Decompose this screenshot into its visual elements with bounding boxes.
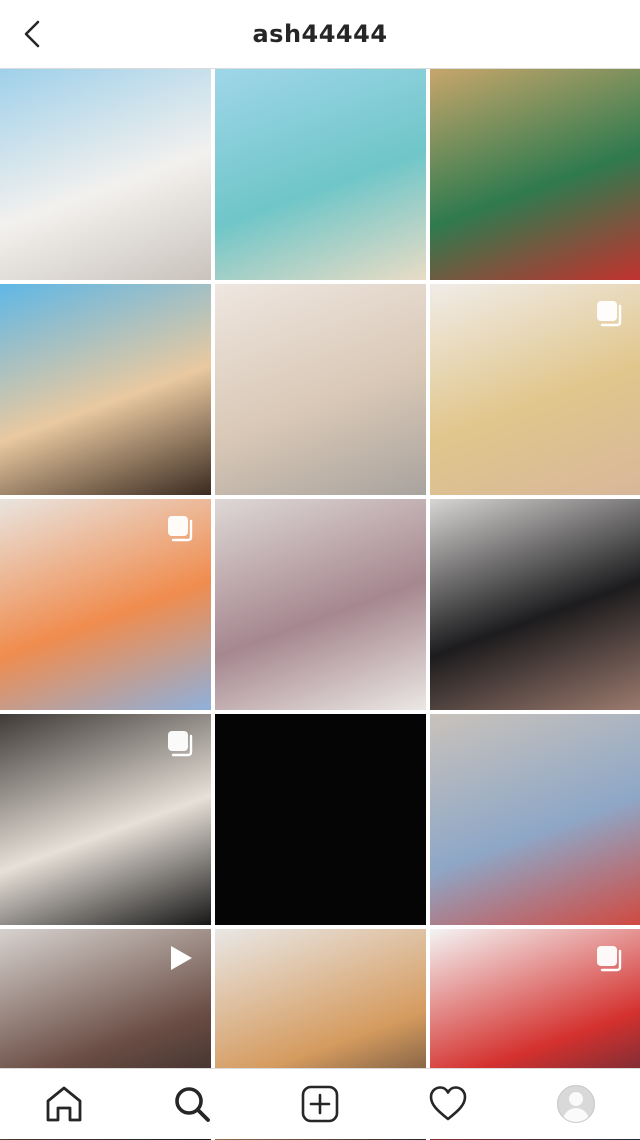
post-thumbnail-black-image[interactable]	[215, 714, 426, 925]
post-thumbnail-woman-straw-hat-pampas[interactable]	[430, 284, 640, 495]
top-app-bar: ash44444	[0, 0, 640, 69]
chevron-left-icon	[24, 20, 40, 48]
posts-grid	[0, 69, 640, 1140]
new-post-icon	[301, 1085, 339, 1123]
post-thumbnail-woman-on-beach[interactable]	[215, 69, 426, 280]
post-thumbnail-woman-denim-jacket-car[interactable]	[430, 714, 640, 925]
post-thumbnail-woman-sitting-on-balcony[interactable]	[0, 69, 211, 280]
bottom-tab-bar	[0, 1068, 640, 1139]
post-thumbnail-woman-white-sweater-pampas[interactable]	[215, 284, 426, 495]
post-thumbnail-woman-ring-light[interactable]	[430, 499, 640, 710]
post-thumbnail-woman-pink-sweater-sitting[interactable]	[215, 499, 426, 710]
post-thumbnail-couple-on-deck-palm-trees[interactable]	[0, 284, 211, 495]
video-play-icon	[171, 946, 192, 970]
multiple-photos-icon	[597, 946, 622, 972]
tab-profile[interactable]	[544, 1072, 608, 1136]
search-icon	[175, 1087, 210, 1122]
activity-heart-icon	[429, 1086, 467, 1121]
tab-activity[interactable]	[416, 1072, 480, 1136]
multiple-photos-icon	[168, 516, 193, 542]
multiple-photos-icon	[597, 301, 622, 327]
multiple-photos-icon	[168, 731, 193, 757]
tab-search[interactable]	[160, 1072, 224, 1136]
back-button[interactable]	[22, 14, 66, 54]
profile-username-title: ash44444	[252, 20, 388, 48]
post-thumbnail-woman-flowers-balloons[interactable]	[0, 499, 211, 710]
home-icon	[46, 1086, 82, 1122]
profile-avatar-icon	[557, 1085, 595, 1123]
post-thumbnail-woman-black-outfit-hallway[interactable]	[0, 714, 211, 925]
post-thumbnail-woman-red-floral-outfit[interactable]	[430, 69, 640, 280]
tab-home[interactable]	[32, 1072, 96, 1136]
tab-new-post[interactable]	[288, 1072, 352, 1136]
